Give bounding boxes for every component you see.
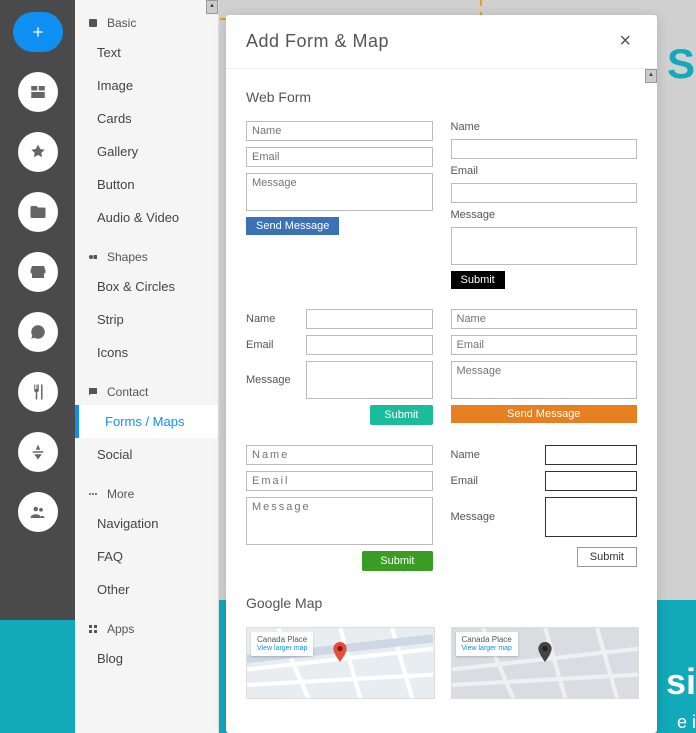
message-label: Message — [451, 511, 501, 523]
sidebar-item-boxcircles[interactable]: Box & Circles — [75, 270, 218, 303]
name-input[interactable] — [306, 309, 433, 329]
sidebar-item-formsmaps[interactable]: Forms / Maps — [75, 405, 218, 438]
add-panel: ▴ Basic Text Image Cards Gallery Button … — [75, 0, 219, 733]
panel-section-label: Basic — [107, 16, 136, 30]
message-input[interactable] — [246, 497, 433, 545]
form-template-5[interactable]: Submit — [246, 445, 433, 571]
message-input[interactable] — [451, 361, 638, 399]
map-view-larger[interactable]: View larger map — [257, 645, 307, 653]
section-map-title: Google Map — [246, 595, 637, 611]
message-input[interactable] — [246, 173, 433, 211]
chat-icon[interactable] — [18, 312, 58, 352]
send-button[interactable]: Send Message — [451, 405, 638, 423]
map-view-larger[interactable]: View larger map — [462, 645, 512, 653]
sidebar-item-image[interactable]: Image — [75, 69, 218, 102]
email-input[interactable] — [545, 471, 637, 491]
tool-rail — [0, 0, 75, 620]
message-label: Message — [246, 374, 296, 386]
email-input[interactable] — [246, 471, 433, 491]
sidebar-item-text[interactable]: Text — [75, 36, 218, 69]
email-label: Email — [246, 339, 296, 351]
map-info-label: Canada Place View larger map — [456, 632, 518, 656]
panel-section-basic: Basic — [75, 0, 218, 36]
name-input[interactable] — [246, 445, 433, 465]
modal-title: Add Form & Map — [246, 31, 389, 52]
form-template-4[interactable]: Send Message — [451, 309, 638, 425]
email-input[interactable] — [246, 147, 433, 167]
form-template-6[interactable]: Name Email Message Submit — [451, 445, 638, 571]
name-label: Name — [451, 449, 501, 461]
sidebar-item-faq[interactable]: FAQ — [75, 540, 218, 573]
sidebar-item-other[interactable]: Other — [75, 573, 218, 606]
form-template-1[interactable]: Send Message — [246, 121, 433, 289]
sidebar-item-cards[interactable]: Cards — [75, 102, 218, 135]
panel-section-label: Contact — [107, 385, 148, 399]
email-input[interactable] — [306, 335, 433, 355]
submit-button[interactable]: Submit — [577, 547, 637, 567]
panel-section-more: More — [75, 471, 218, 507]
map-template-gray[interactable]: Canada Place View larger map — [451, 627, 638, 699]
add-form-map-modal: Add Form & Map × ▴ Web Form Send Message… — [226, 15, 657, 733]
panel-section-apps: Apps — [75, 606, 218, 642]
submit-button[interactable]: Submit — [451, 271, 505, 289]
form-template-3[interactable]: Name Email Message Submit — [246, 309, 433, 425]
folder-icon[interactable] — [18, 192, 58, 232]
message-input[interactable] — [306, 361, 433, 399]
add-button[interactable] — [13, 12, 63, 52]
name-label: Name — [246, 313, 296, 325]
name-input[interactable] — [545, 445, 637, 465]
bg-brand-text: S — [667, 40, 696, 88]
message-input[interactable] — [451, 227, 638, 265]
map-pin-icon — [332, 642, 348, 662]
map-template-light[interactable]: Canada Place View larger map — [246, 627, 433, 699]
message-label: Message — [451, 209, 638, 221]
email-label: Email — [451, 475, 501, 487]
sidebar-item-audiovideo[interactable]: Audio & Video — [75, 201, 218, 234]
sidebar-item-navigation[interactable]: Navigation — [75, 507, 218, 540]
email-label: Email — [451, 165, 638, 177]
name-input[interactable] — [451, 139, 638, 159]
people-icon[interactable] — [18, 492, 58, 532]
store-icon[interactable] — [18, 252, 58, 292]
form-template-2[interactable]: Name Email Message Submit — [451, 121, 638, 289]
name-input[interactable] — [451, 309, 638, 329]
section-webform-title: Web Form — [246, 89, 637, 105]
submit-button[interactable]: Submit — [370, 405, 432, 425]
map-place: Canada Place — [462, 635, 512, 644]
panel-section-label: More — [107, 487, 134, 501]
map-place: Canada Place — [257, 635, 307, 644]
modal-scroll-up[interactable]: ▴ — [645, 69, 657, 83]
map-pin-icon — [537, 642, 553, 662]
sidebar-item-gallery[interactable]: Gallery — [75, 135, 218, 168]
sidebar-item-icons[interactable]: Icons — [75, 336, 218, 369]
message-input[interactable] — [545, 497, 637, 537]
design-icon[interactable] — [18, 132, 58, 172]
panel-section-label: Shapes — [107, 250, 148, 264]
sidebar-item-button[interactable]: Button — [75, 168, 218, 201]
email-input[interactable] — [451, 335, 638, 355]
bg-sub-text: e i — [677, 712, 696, 733]
sidebar-item-blog[interactable]: Blog — [75, 642, 218, 675]
name-input[interactable] — [246, 121, 433, 141]
sidebar-item-strip[interactable]: Strip — [75, 303, 218, 336]
submit-button[interactable]: Submit — [362, 551, 432, 571]
name-label: Name — [451, 121, 638, 133]
map-info-label: Canada Place View larger map — [251, 632, 313, 656]
sidebar-item-social[interactable]: Social — [75, 438, 218, 471]
panel-section-contact: Contact — [75, 369, 218, 405]
email-input[interactable] — [451, 183, 638, 203]
panel-section-shapes: Shapes — [75, 234, 218, 270]
layout-icon[interactable] — [18, 72, 58, 112]
translate-icon[interactable] — [18, 432, 58, 472]
bg-hero-text: si — [666, 661, 696, 703]
send-button[interactable]: Send Message — [246, 217, 339, 235]
close-button[interactable]: × — [613, 29, 637, 54]
panel-scroll-up[interactable]: ▴ — [206, 0, 218, 14]
panel-section-label: Apps — [107, 622, 134, 636]
food-icon[interactable] — [18, 372, 58, 412]
